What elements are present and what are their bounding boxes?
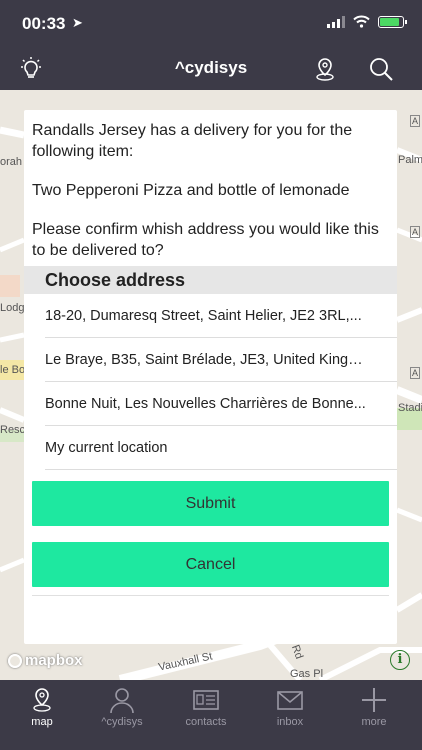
delivery-question-text: Please confirm whish address you would l…: [32, 221, 379, 259]
map-label: Palm: [398, 154, 422, 166]
tab-more[interactable]: more: [332, 680, 416, 750]
road-shield: A: [410, 115, 421, 127]
street-label: Gas Pl: [290, 668, 324, 680]
map-label: orah: [0, 156, 23, 168]
dialog-message: Randalls Jersey has a delivery for you f…: [24, 110, 397, 261]
tab-label: ^cydisys: [101, 716, 143, 728]
choose-address-header: Choose address: [24, 266, 397, 294]
tab-label: more: [361, 716, 387, 728]
tab-cydisys[interactable]: ^cydisys: [80, 680, 164, 750]
map-label: Lodg: [0, 302, 25, 314]
top-nav-bar: ^cydisys: [0, 48, 422, 90]
tab-contacts[interactable]: contacts: [164, 680, 248, 750]
tab-map[interactable]: map: [0, 680, 84, 750]
tab-label: contacts: [185, 716, 227, 728]
info-icon[interactable]: i: [390, 650, 410, 670]
address-option[interactable]: Le Braye, B35, Saint Brélade, JE3, Unite…: [45, 338, 397, 382]
app-title: ^cydisys: [174, 58, 248, 77]
location-pin-icon[interactable]: [312, 56, 338, 82]
delivery-intro-text: Randalls Jersey has a delivery for you f…: [32, 122, 353, 160]
map-pin-icon: [33, 688, 51, 712]
wifi-icon: [353, 15, 370, 28]
address-option[interactable]: Bonne Nuit, Les Nouvelles Charrières de …: [45, 382, 397, 426]
mapbox-logo-icon: [8, 653, 22, 668]
plus-icon: [362, 688, 386, 712]
bottom-tab-bar: map ^cydisys contacts inbox more: [0, 680, 422, 750]
delivery-address-dialog: Randalls Jersey has a delivery for you f…: [24, 110, 397, 644]
signal-icon: [327, 15, 345, 28]
divider: [32, 595, 389, 596]
cancel-button[interactable]: Cancel: [32, 542, 389, 587]
status-time: 00:33: [22, 14, 66, 33]
person-icon: [110, 688, 134, 714]
envelope-icon: [277, 691, 303, 710]
address-list: 18-20, Dumaresq Street, Saint Helier, JE…: [24, 294, 397, 470]
mapbox-logo: mapbox: [8, 652, 83, 669]
tab-inbox[interactable]: inbox: [248, 680, 332, 750]
delivery-item-text: Two Pepperoni Pizza and bottle of lemona…: [32, 182, 350, 199]
map-label: Stadi: [398, 402, 422, 414]
address-option[interactable]: 18-20, Dumaresq Street, Saint Helier, JE…: [45, 294, 397, 338]
status-bar: 00:33 ➤: [0, 0, 422, 48]
battery-icon: [378, 15, 407, 28]
tab-label: map: [31, 716, 53, 728]
road-shield: A: [410, 226, 421, 238]
location-arrow-icon: ➤: [72, 15, 83, 30]
contacts-card-icon: [193, 690, 219, 710]
tab-label: inbox: [276, 716, 304, 728]
road-shield: A: [410, 367, 421, 379]
search-icon[interactable]: [368, 56, 394, 82]
submit-button[interactable]: Submit: [32, 481, 389, 526]
address-option-current-location[interactable]: My current location: [45, 426, 397, 470]
